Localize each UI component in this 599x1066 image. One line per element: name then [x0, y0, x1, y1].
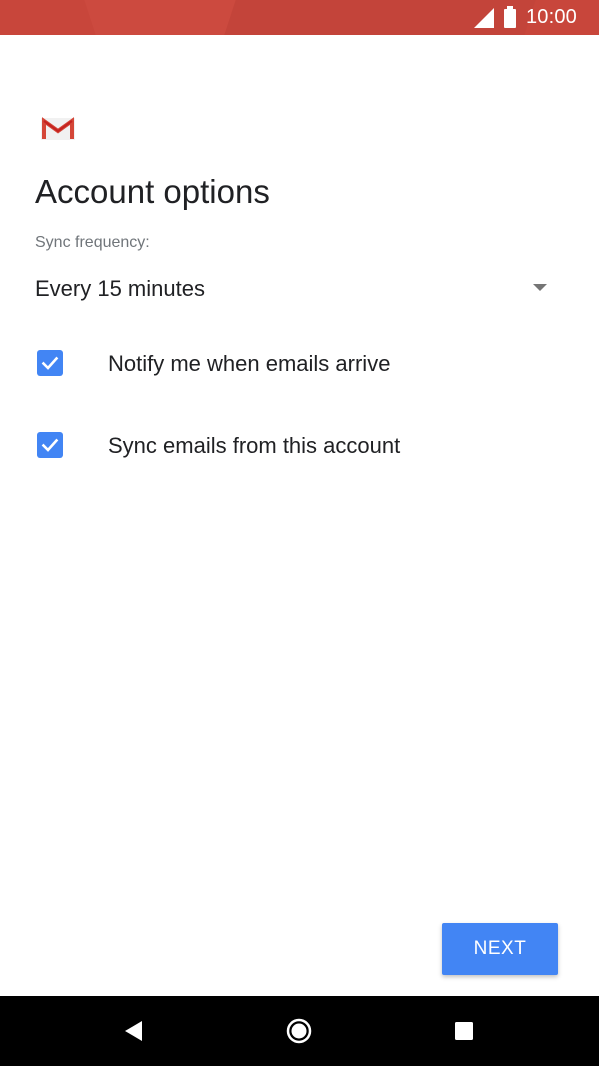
back-button[interactable] — [98, 996, 168, 1066]
sync-emails-option-row[interactable]: Sync emails from this account — [35, 425, 555, 465]
recents-icon — [455, 1022, 473, 1040]
status-icons: 10:00 — [473, 0, 577, 35]
home-icon — [286, 1018, 312, 1044]
page-title: Account options — [35, 173, 270, 210]
next-button[interactable]: NEXT — [442, 923, 558, 975]
checkmark-icon — [41, 438, 59, 452]
account-options-screen: 10:00 Account options Sync frequency: Ev… — [0, 0, 599, 1066]
sync-emails-checkbox[interactable] — [37, 432, 63, 458]
dropdown-arrow-icon — [533, 284, 547, 291]
checkmark-icon — [41, 356, 59, 370]
battery-icon — [503, 6, 516, 28]
gmail-logo-icon — [41, 116, 75, 140]
sync-frequency-value: Every 15 minutes — [35, 276, 205, 301]
navigation-bar — [0, 996, 599, 1066]
sync-frequency-dropdown[interactable]: Every 15 minutes — [35, 272, 555, 306]
sync-emails-option-label: Sync emails from this account — [108, 433, 401, 458]
back-icon — [125, 1021, 142, 1041]
home-button[interactable] — [264, 996, 334, 1066]
notify-option-row[interactable]: Notify me when emails arrive — [35, 343, 555, 383]
signal-icon — [473, 7, 494, 28]
recents-button[interactable] — [429, 996, 499, 1066]
status-time: 10:00 — [525, 6, 577, 28]
sync-frequency-label: Sync frequency: — [35, 234, 150, 251]
status-bar: 10:00 — [0, 0, 599, 35]
notify-option-label: Notify me when emails arrive — [108, 351, 391, 376]
notify-checkbox[interactable] — [37, 350, 63, 376]
